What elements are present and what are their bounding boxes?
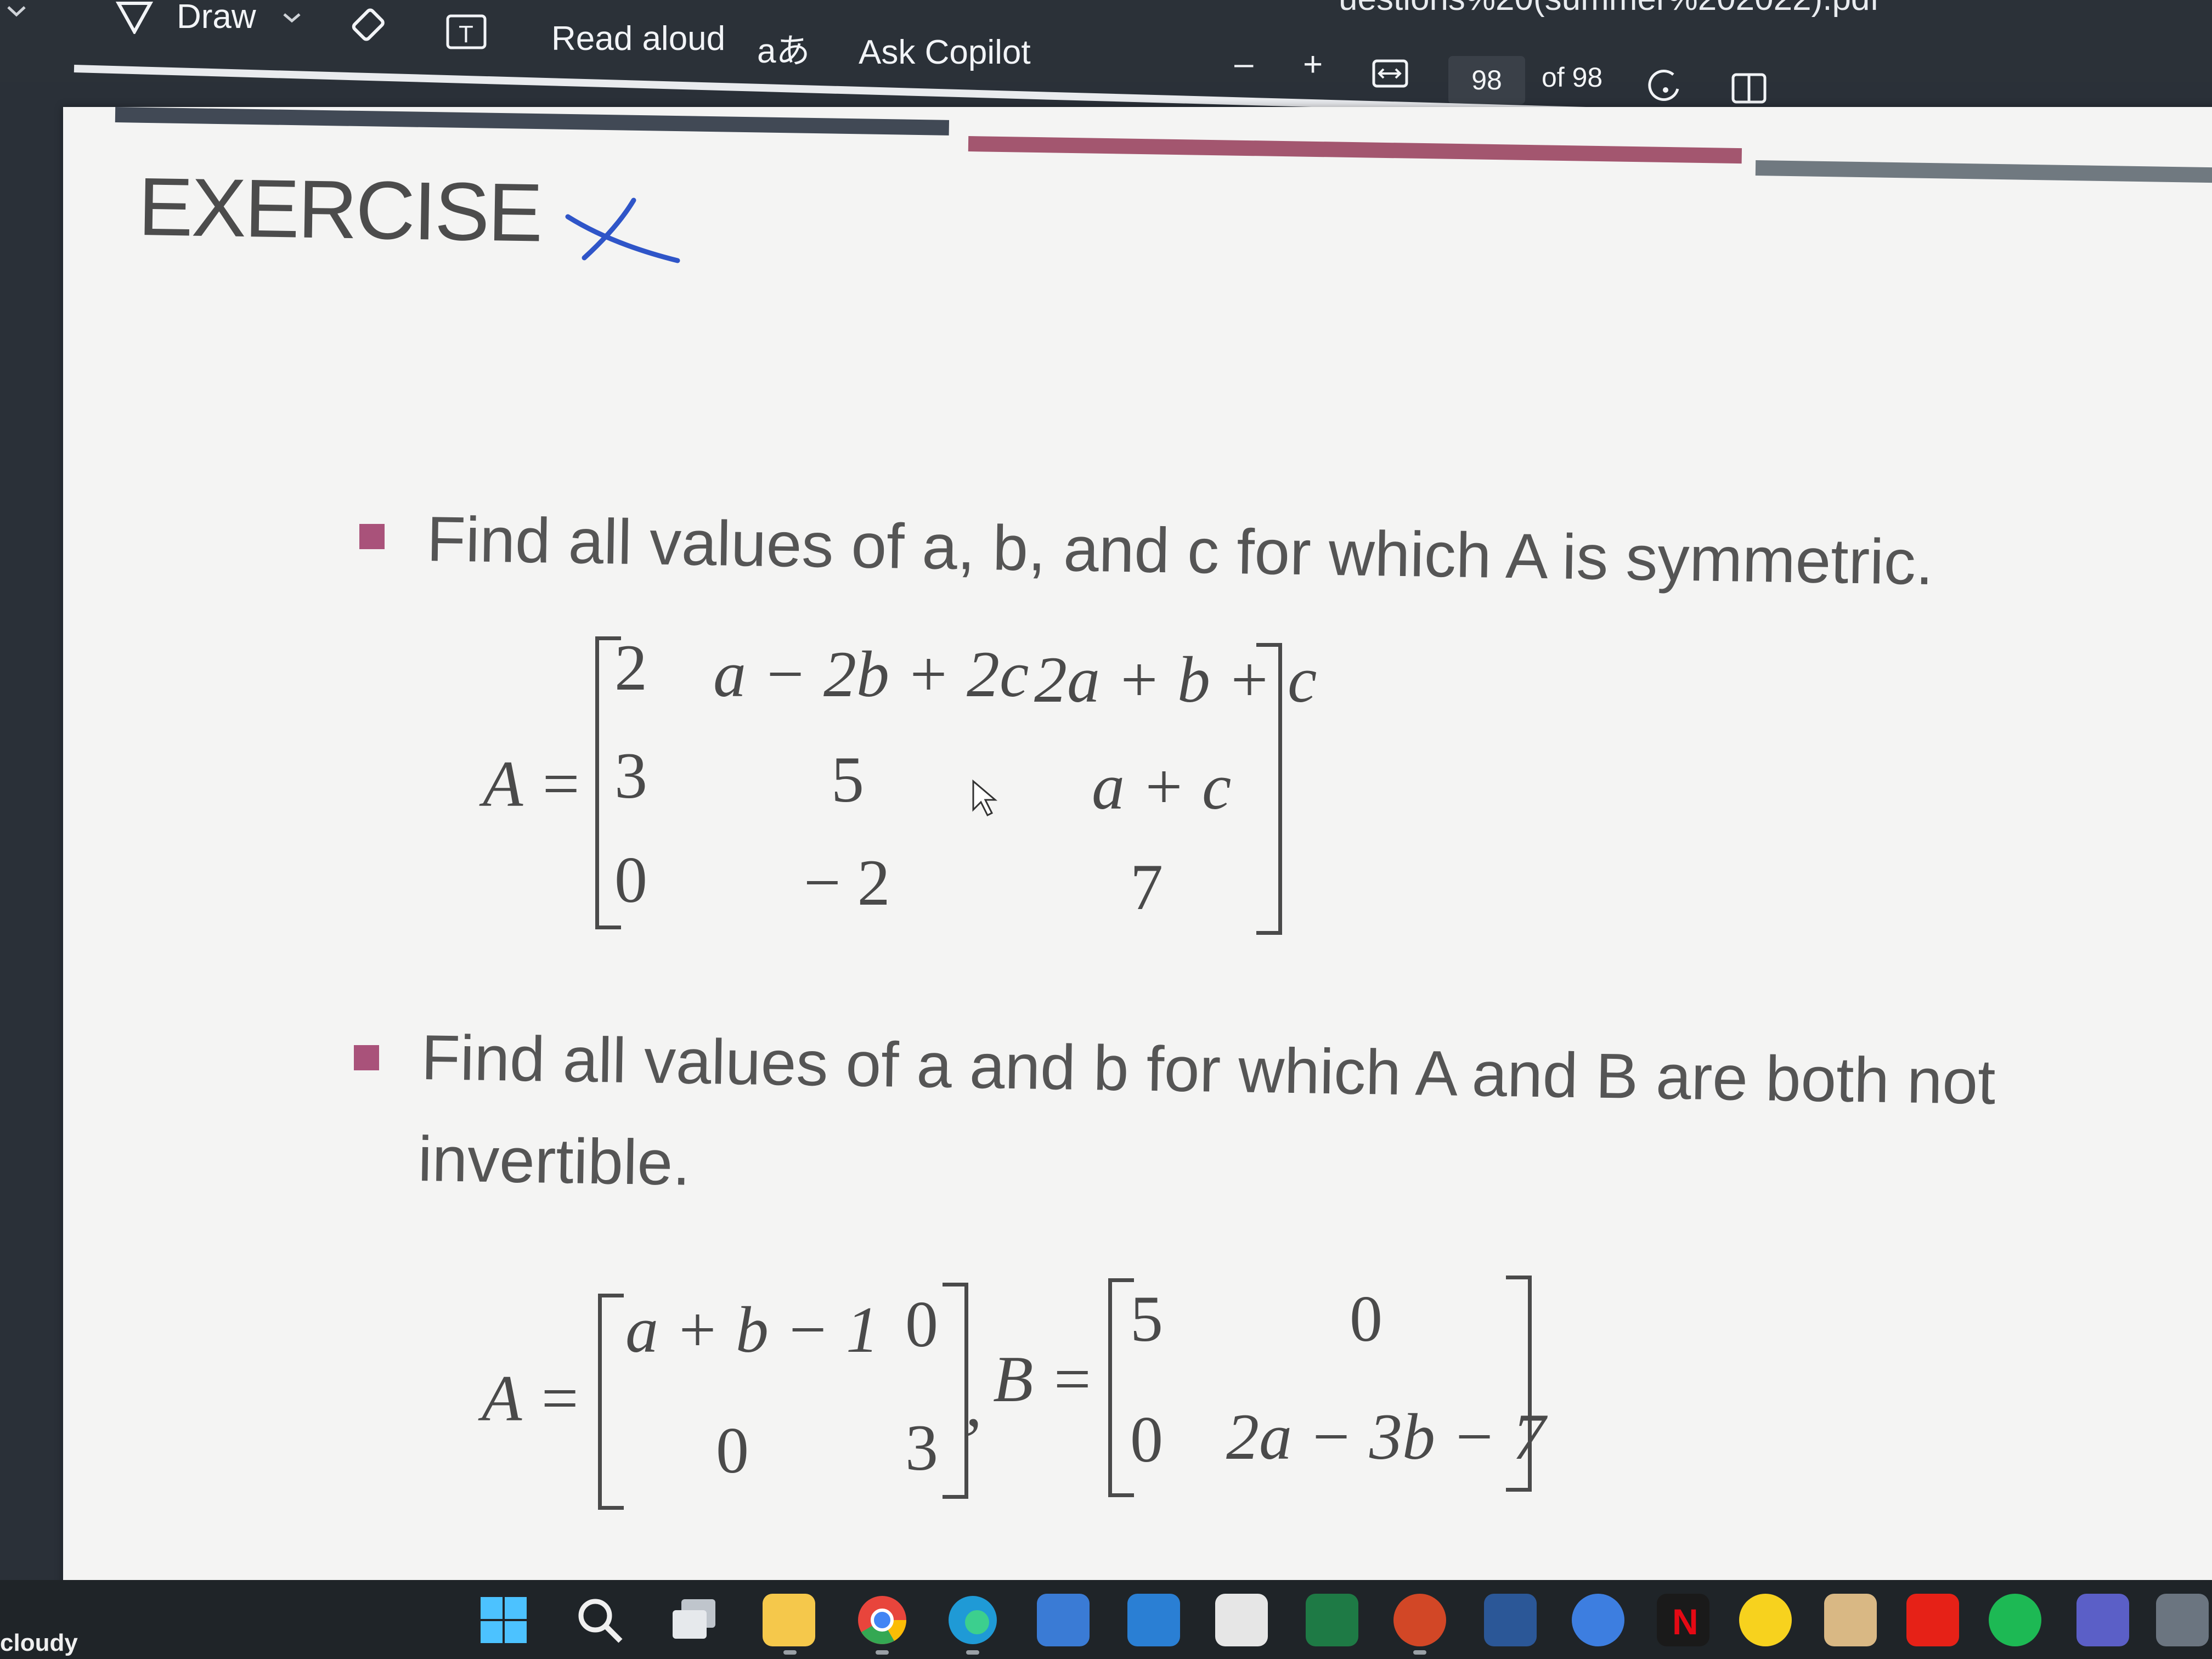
file-title: uestions%20(summer%202022).pdf <box>1339 0 1880 18</box>
matrix-cell: 2a + b + c <box>1034 643 1317 716</box>
two-page-view-icon[interactable] <box>1731 71 1769 105</box>
page-title: EXERCISE <box>137 160 542 259</box>
matrix-a-label: A = <box>482 1362 582 1435</box>
matrix-cell: 0 <box>1130 1403 1163 1476</box>
matrix-cell: 3 <box>614 739 647 812</box>
snapchat-icon[interactable] <box>1739 1594 1792 1646</box>
matrix-cell: 0 <box>614 843 647 916</box>
question-2-text-continued: invertible. <box>417 1123 691 1199</box>
draw-button[interactable]: Draw <box>177 0 256 36</box>
matrix-separator: , <box>966 1367 982 1440</box>
app-icon[interactable] <box>1572 1594 1624 1646</box>
mail-icon[interactable] <box>1127 1594 1180 1646</box>
matrix-cell: 2a − 3b − 7 <box>1226 1400 1545 1473</box>
matrix-cell: 5 <box>831 743 864 816</box>
svg-text:N: N <box>1672 1601 1699 1642</box>
running-indicator <box>783 1650 797 1655</box>
netflix-icon[interactable]: N <box>1657 1594 1709 1646</box>
app-icon[interactable] <box>1824 1594 1877 1646</box>
weather-label[interactable]: cloudy <box>0 1629 78 1657</box>
matrix-bracket-right <box>943 1283 968 1499</box>
pdf-toolbar: uestions%20(summer%202022).pdf Draw T Re… <box>0 0 2212 132</box>
chrome-icon[interactable] <box>856 1594 909 1646</box>
app-icon[interactable] <box>2156 1594 2209 1646</box>
matrix-cell: 3 <box>905 1411 938 1484</box>
edge-icon[interactable] <box>946 1594 999 1646</box>
translate-button[interactable]: aあ <box>757 23 810 72</box>
search-icon[interactable] <box>573 1594 626 1646</box>
matrix-b-label: B = <box>993 1342 1094 1415</box>
zoom-in-button[interactable]: + <box>1303 45 1323 84</box>
running-indicator <box>1413 1650 1426 1655</box>
taskbar <box>0 1580 2212 1659</box>
mouse-cursor-icon <box>971 779 998 820</box>
page-number-input[interactable]: 98 <box>1448 56 1525 104</box>
running-indicator <box>876 1650 889 1655</box>
rotate-icon[interactable] <box>1646 67 1684 105</box>
matrix-cell: a + c <box>1092 750 1232 823</box>
powerpoint-icon[interactable] <box>1393 1594 1446 1646</box>
teams-icon[interactable] <box>2076 1594 2129 1646</box>
eraser-icon[interactable] <box>347 5 391 49</box>
matrix-cell: a + b − 1 <box>625 1293 879 1366</box>
word-icon[interactable] <box>1484 1594 1537 1646</box>
zoom-out-button[interactable]: – <box>1234 44 1253 83</box>
app-icon[interactable] <box>1037 1594 1090 1646</box>
task-view-icon[interactable] <box>668 1594 721 1646</box>
matrix-cell: 7 <box>1130 850 1163 923</box>
excel-icon[interactable] <box>1306 1594 1358 1646</box>
store-icon[interactable] <box>1215 1594 1268 1646</box>
read-aloud-button[interactable]: Read aloud <box>551 19 725 58</box>
matrix-cell: 0 <box>716 1414 749 1487</box>
spotify-icon[interactable] <box>1989 1594 2041 1646</box>
chevron-down-icon[interactable] <box>5 3 27 19</box>
running-indicator <box>966 1650 979 1655</box>
page-total: of 98 <box>1542 62 1603 93</box>
chevron-down-icon[interactable] <box>281 10 303 26</box>
matrix-cell: a − 2b + 2c <box>713 637 1029 710</box>
file-explorer-icon[interactable] <box>763 1594 815 1646</box>
ask-copilot-button[interactable]: Ask Copilot <box>859 33 1031 72</box>
matrix-cell: 2 <box>614 631 647 704</box>
matrix-cell: − 2 <box>804 846 890 919</box>
matrix-cell: 0 <box>905 1288 938 1361</box>
matrix-bracket-left <box>598 1294 624 1510</box>
svg-text:T: T <box>459 21 473 48</box>
youtube-icon[interactable] <box>1906 1594 1959 1646</box>
text-box-icon[interactable]: T <box>445 14 487 50</box>
matrix-a-label: A = <box>483 747 583 820</box>
pdf-page <box>63 107 2212 1588</box>
matrix-cell: 0 <box>1350 1282 1383 1355</box>
draw-pen-icon[interactable] <box>115 1 154 34</box>
matrix-cell: 5 <box>1130 1282 1163 1355</box>
start-icon[interactable] <box>477 1594 530 1646</box>
bullet-icon <box>359 524 385 549</box>
bullet-icon <box>354 1045 379 1070</box>
fit-width-icon[interactable] <box>1372 58 1410 91</box>
handwritten-x-icon <box>551 184 694 269</box>
